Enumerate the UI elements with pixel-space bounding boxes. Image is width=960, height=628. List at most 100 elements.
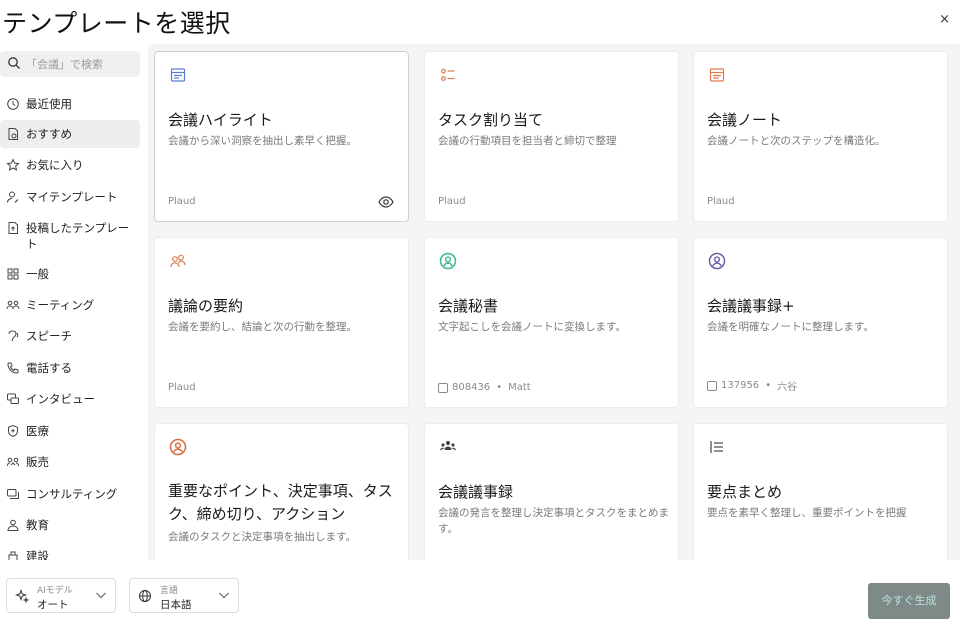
card-author: Plaud (438, 196, 466, 207)
template-card-task-assignment[interactable]: タスク割り当て 会議の行動項目を担当者と締切で整理 Plaud (424, 51, 679, 222)
meta-separator: • (765, 380, 772, 391)
search-input[interactable]: 「会議」で検索 (26, 56, 103, 72)
sidebar-item-label: 電話する (26, 361, 72, 375)
sidebar-item-label: 最近使用 (26, 97, 72, 111)
clock-icon (7, 98, 19, 110)
sparkle-icon (15, 589, 29, 603)
sidebar-item-my-templates[interactable]: マイテンプレート (0, 180, 140, 211)
sidebar-item-recent[interactable]: 最近使用 (0, 88, 140, 119)
sidebar-item-label: おすすめ (26, 127, 72, 141)
sidebar-item-favorites[interactable]: お気に入り (0, 148, 140, 180)
card-title: タスク割り当て (438, 111, 544, 129)
sidebar-item-label: マイテンプレート (26, 190, 118, 204)
sidebar-item-label: 教育 (26, 518, 49, 532)
author-name: Plaud (168, 196, 196, 207)
sidebar-item-general[interactable]: 一般 (0, 258, 140, 289)
sidebar-item-sales[interactable]: 販売 (0, 446, 140, 478)
sidebar-item-label: お気に入り (26, 158, 84, 172)
sidebar-item-label: ミーティング (26, 298, 95, 312)
card-title: 会議ノート (707, 111, 783, 129)
usage-icon (707, 380, 717, 391)
card-author: Plaud (168, 196, 196, 207)
search-icon (8, 57, 20, 69)
usage-count: 137956 (721, 380, 760, 391)
template-card-meeting-notes[interactable]: 会議ノート 会議ノートと次のステップを構造化。 Plaud (693, 51, 948, 222)
search-box[interactable]: 「会議」で検索 (0, 51, 140, 77)
author-name: Plaud (438, 196, 466, 207)
card-title: 議論の要約 (168, 297, 244, 315)
sidebar-item-construction[interactable]: 建設 (0, 540, 140, 560)
author-name: Plaud (707, 196, 735, 207)
sidebar-item-label: 一般 (26, 267, 49, 281)
template-card-summary[interactable]: 要点まとめ 要点を素早く整理し、重要ポイントを把握 (693, 423, 948, 560)
sales-icon (7, 457, 19, 467)
shield-medical-icon (8, 424, 18, 438)
template-card-discussion-summary[interactable]: 議論の要約 会議を要約し、結論と次の行動を整理。 Plaud (154, 237, 409, 408)
select-label: 言語 (160, 586, 179, 596)
template-card-key-points[interactable]: 重要なポイント、決定事項、タスク、締め切り、アクション 会議のタスクと決定事項を… (154, 423, 409, 560)
eye-icon[interactable] (378, 195, 394, 209)
note-icon (709, 68, 725, 82)
card-title: 重要なポイント、決定事項、タスク、締め切り、アクション (168, 482, 393, 523)
phone-icon (7, 362, 19, 374)
education-icon (7, 519, 19, 531)
card-description: 会議のタスクと決定事項を抽出します。 (168, 531, 356, 543)
usage-icon (438, 382, 448, 393)
sidebar-item-label: インタビュー (26, 392, 95, 406)
people-icon (6, 300, 20, 310)
card-description: 会議の発言を整理し決定事項とタスクをまとめます。 (438, 507, 669, 535)
template-card-meeting-minutes-plus[interactable]: 会議議事録+ 会議を明確なノートに整理します。 137956 • 六谷 (693, 237, 948, 408)
sidebar: 「会議」で検索 最近使用 おすすめ お気に入り マイテンプレート 投稿したテンプ… (0, 44, 148, 560)
speech-icon (8, 330, 19, 342)
ai-model-select[interactable]: AIモデル オート (6, 578, 116, 613)
globe-icon (139, 590, 151, 602)
sidebar-item-label: コンサルティング (26, 487, 118, 501)
sidebar-item-posted-templates[interactable]: 投稿したテンプレート (0, 211, 140, 258)
card-title: 会議秘書 (438, 297, 499, 315)
language-select[interactable]: 言語 日本語 (129, 578, 239, 613)
generate-button[interactable]: 今すぐ生成 (868, 583, 950, 619)
sidebar-item-label: 建設 (26, 549, 49, 560)
template-card-meeting-minutes[interactable]: 会議議事録 会議の発言を整理し決定事項とタスクをまとめます。 (424, 423, 679, 560)
highlight-doc-icon (170, 68, 186, 82)
select-value: オート (37, 599, 69, 611)
sidebar-item-education[interactable]: 教育 (0, 509, 140, 540)
sidebar-item-interview[interactable]: インタビュー (0, 383, 140, 415)
task-list-icon (441, 68, 455, 81)
document-star-icon (8, 128, 18, 140)
list-icon (710, 441, 723, 453)
select-value: 日本語 (160, 599, 192, 611)
card-title: 要点まとめ (707, 483, 783, 501)
sidebar-item-recommended[interactable]: おすすめ (0, 120, 140, 148)
card-title: 会議議事録 (438, 483, 514, 501)
user-circle-orange-icon (169, 438, 187, 456)
card-title: 会議議事録+ (707, 297, 795, 315)
usage-count: 808436 (452, 382, 491, 393)
meta-separator: • (496, 382, 503, 393)
user-edit-icon (7, 191, 19, 203)
sidebar-item-meeting[interactable]: ミーティング (0, 289, 140, 320)
user-circle-purple-icon (708, 252, 726, 270)
template-card-meeting-highlights[interactable]: 会議ハイライト 会議から深い洞察を抽出し素早く把握。 Plaud (154, 51, 409, 222)
card-author: Plaud (168, 382, 196, 393)
sidebar-item-medical[interactable]: 医療 (0, 415, 140, 446)
star-icon (6, 158, 20, 171)
author-name: Plaud (168, 382, 196, 393)
card-usage: 137956 • 六谷 (707, 378, 797, 393)
template-card-meeting-secretary[interactable]: 会議秘書 文字起こしを会議ノートに変換します。 808436 • Matt (424, 237, 679, 408)
card-description: 会議の行動項目を担当者と締切で整理 (438, 135, 617, 147)
sidebar-item-consulting[interactable]: コンサルティング (0, 478, 140, 509)
card-description: 要点を素早く整理し、重要ポイントを把握 (707, 507, 907, 519)
people-orange-icon (170, 254, 186, 268)
interview-icon (7, 393, 19, 404)
chevron-down-icon (219, 592, 229, 599)
sidebar-item-phone[interactable]: 電話する (0, 352, 140, 383)
template-grid: 会議ハイライト 会議から深い洞察を抽出し素早く把握。 Plaud タスク割り当て… (148, 44, 960, 560)
card-title: 会議ハイライト (168, 111, 273, 129)
close-icon[interactable]: × (939, 12, 950, 27)
group-icon (440, 441, 456, 451)
dialog-footer: AIモデル オート 言語 日本語 今すぐ生成 (0, 560, 960, 628)
author-name: 六谷 (777, 382, 798, 393)
sidebar-item-speech[interactable]: スピーチ (0, 320, 140, 352)
page-title: テンプレートを選択 (2, 9, 231, 38)
